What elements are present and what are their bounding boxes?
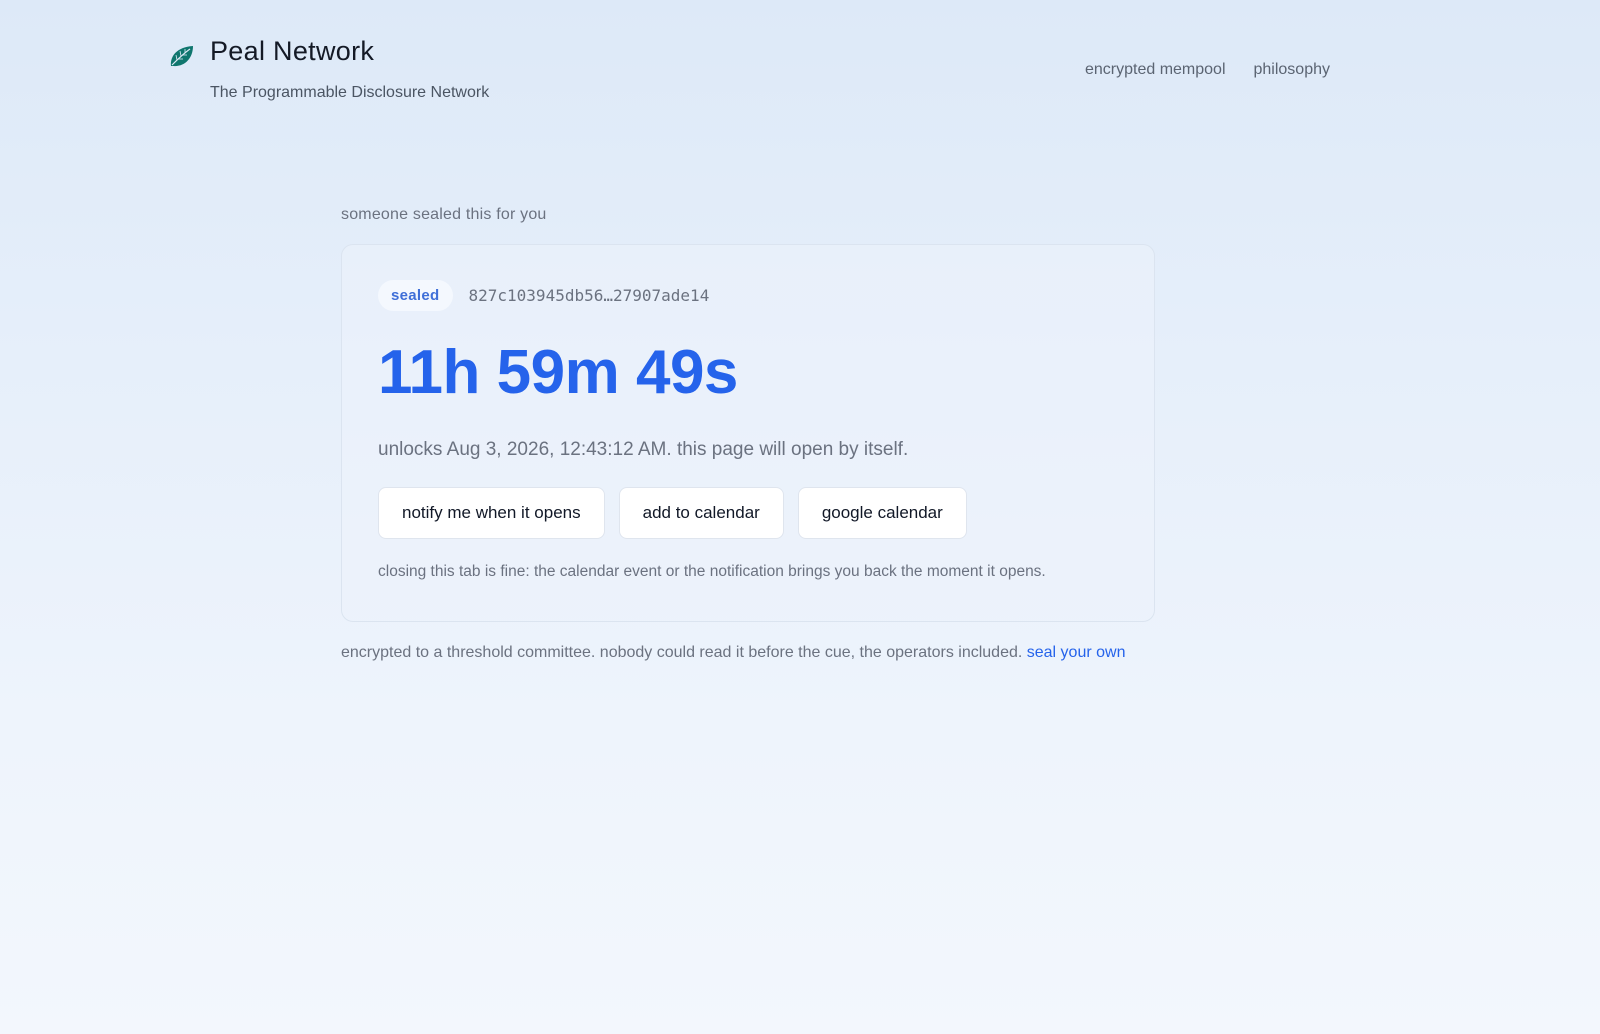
action-buttons: notify me when it opens add to calendar … bbox=[378, 487, 967, 539]
unlock-time: Aug 3, 2026, 12:43:12 AM bbox=[446, 439, 667, 460]
closing-tab-note: closing this tab is fine: the calendar e… bbox=[378, 563, 1046, 580]
nav-link-encrypted-mempool[interactable]: encrypted mempool bbox=[1085, 61, 1226, 79]
add-to-calendar-button[interactable]: add to calendar bbox=[618, 487, 784, 539]
message-hash: 827c103945db56…27907ade14 bbox=[468, 286, 710, 305]
unlock-info: unlocks Aug 3, 2026, 12:43:12 AM. this p… bbox=[378, 439, 908, 461]
encryption-note-text: encrypted to a threshold committee. nobo… bbox=[341, 644, 1027, 661]
encryption-note: encrypted to a threshold committee. nobo… bbox=[341, 644, 1125, 662]
seal-your-own-link[interactable]: seal your own bbox=[1027, 644, 1126, 661]
google-calendar-button[interactable]: google calendar bbox=[797, 487, 967, 539]
notify-button[interactable]: notify me when it opens bbox=[378, 487, 605, 539]
site-tagline: The Programmable Disclosure Network bbox=[210, 84, 490, 101]
leaf-icon bbox=[170, 46, 193, 67]
sealed-message-card: sealed 827c103945db56…27907ade14 11h 59m… bbox=[341, 244, 1155, 622]
nav-link-philosophy[interactable]: philosophy bbox=[1254, 61, 1331, 79]
intro-text: someone sealed this for you bbox=[341, 206, 547, 223]
unlock-prefix: unlocks bbox=[378, 439, 447, 460]
top-nav: encrypted mempool philosophy bbox=[1085, 61, 1330, 79]
unlock-suffix: . this page will open by itself. bbox=[666, 439, 909, 460]
card-meta: sealed 827c103945db56…27907ade14 bbox=[378, 280, 709, 311]
site-title[interactable]: Peal Network bbox=[210, 36, 374, 67]
status-badge: sealed bbox=[378, 280, 453, 311]
countdown-timer: 11h 59m 49s bbox=[378, 338, 738, 407]
site-header: Peal Network The Programmable Disclosure… bbox=[168, 36, 1330, 116]
